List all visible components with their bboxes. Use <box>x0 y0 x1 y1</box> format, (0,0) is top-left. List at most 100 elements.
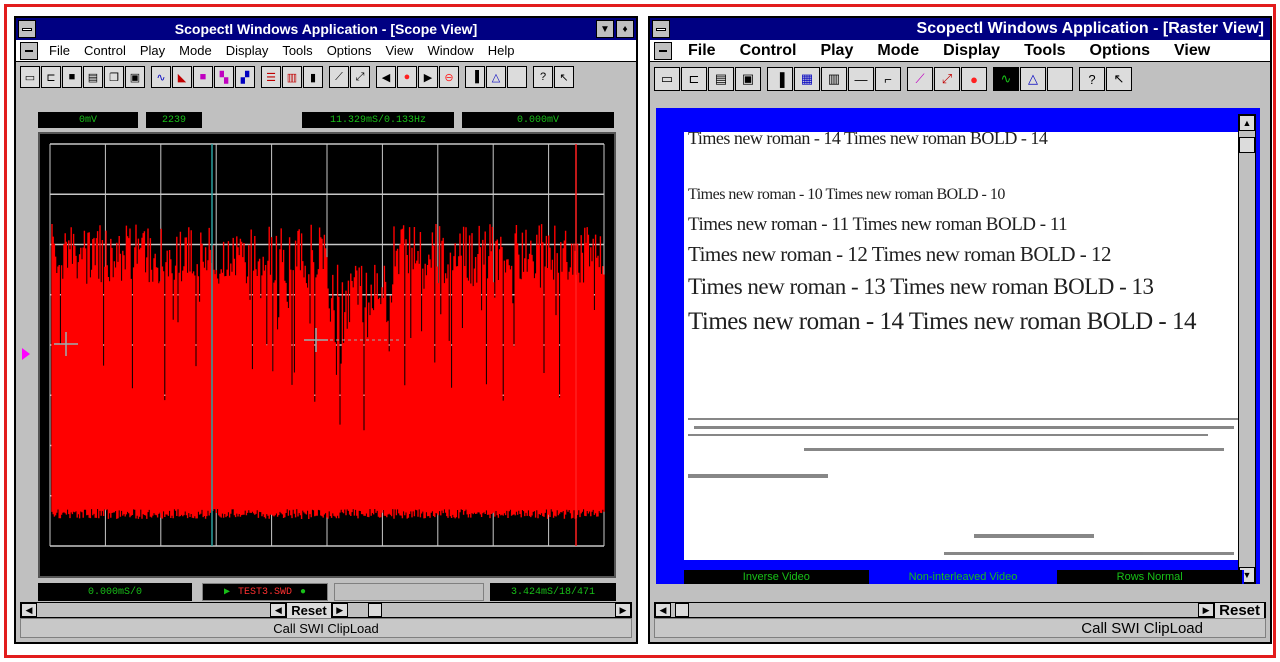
record-icon[interactable]: ■ <box>193 66 213 88</box>
columns-icon[interactable]: ▥ <box>821 67 847 91</box>
step-icon[interactable]: ⌐ <box>875 67 901 91</box>
scroll-thumb[interactable] <box>367 603 382 617</box>
readout-time: 11.329mS/0.133Hz <box>302 112 454 128</box>
document-menu-icon[interactable] <box>654 41 672 60</box>
menu-play[interactable]: Play <box>133 43 172 58</box>
menu-window[interactable]: Window <box>420 43 480 58</box>
menu-tools[interactable]: Tools <box>1012 42 1077 60</box>
layout-icon[interactable]: ▥ <box>282 66 302 88</box>
system-menu-icon[interactable] <box>18 20 36 38</box>
waveform-icon[interactable]: ∿ <box>151 66 171 88</box>
settings-icon[interactable]: ☰ <box>261 66 281 88</box>
new-icon[interactable]: ▭ <box>20 66 40 88</box>
scroll-thumb[interactable] <box>675 603 689 617</box>
marker-icon[interactable]: ◣ <box>172 66 192 88</box>
cursor-icon[interactable]: ⤢ <box>934 67 960 91</box>
restore-icon[interactable]: ♦ <box>616 20 634 38</box>
raster-window-title: Scopectl Windows Application - [Raster V… <box>916 20 1264 37</box>
scope-titlebar[interactable]: Scopectl Windows Application - [Scope Vi… <box>16 18 636 40</box>
stop-icon[interactable]: ● <box>961 67 987 91</box>
print-icon[interactable]: ▤ <box>83 66 103 88</box>
context-help-icon[interactable]: ↖ <box>554 66 574 88</box>
halt-icon[interactable]: ⊖ <box>439 66 459 88</box>
menu-file[interactable]: File <box>676 42 728 60</box>
menu-control[interactable]: Control <box>77 43 133 58</box>
triangle-icon[interactable]: △ <box>486 66 506 88</box>
reset-arrow-icon[interactable]: ▶ <box>1198 603 1215 617</box>
help-icon[interactable]: ? <box>533 66 553 88</box>
grid-icon[interactable]: ▦ <box>794 67 820 91</box>
blank-icon[interactable] <box>1047 67 1073 91</box>
menu-tools[interactable]: Tools <box>275 43 319 58</box>
panel-icon[interactable]: ▐ <box>767 67 793 91</box>
context-help-icon[interactable]: ↖ <box>1106 67 1132 91</box>
menu-mode[interactable]: Mode <box>865 42 931 60</box>
minimize-icon[interactable]: ▼ <box>596 20 614 38</box>
reset-button[interactable]: Reset <box>1214 602 1265 618</box>
probe-icon[interactable]: ⟋ <box>329 66 349 88</box>
screen-icon[interactable]: ▣ <box>125 66 145 88</box>
bars-icon[interactable]: ▮ <box>303 66 323 88</box>
menu-view[interactable]: View <box>1162 42 1222 60</box>
raster-titlebar[interactable]: Scopectl Windows Application - [Raster V… <box>650 18 1270 40</box>
raster-toolbar: ▭ ⊏ ▤ ▣ ▐ ▦ ▥ — ⌐ ⟋ ⤢ ● ∿ △ ? ↖ <box>650 63 1270 95</box>
scope-hscrollbar[interactable]: ◀ ◀ Reset ▶ ▶ <box>20 602 632 618</box>
channel-icon[interactable]: ▞ <box>235 66 255 88</box>
mode-non-interleaved-video[interactable]: Non-interleaved Video <box>870 570 1058 584</box>
raster-noise <box>688 418 1238 555</box>
mode-inverse-video[interactable]: Inverse Video <box>684 570 871 584</box>
blank-icon[interactable] <box>507 66 527 88</box>
trace-path <box>51 224 605 519</box>
vscroll-thumb[interactable] <box>1239 137 1255 153</box>
previous-icon[interactable]: ◀ <box>376 66 396 88</box>
scope-display[interactable] <box>38 132 616 578</box>
raster-hscrollbar[interactable]: ◀ ▶ Reset <box>654 602 1266 618</box>
scope-window-title: Scopectl Windows Application - [Scope Vi… <box>174 21 478 37</box>
raster-display[interactable]: Times new roman - 14 Times new roman BOL… <box>656 108 1260 584</box>
system-menu-icon[interactable] <box>652 20 670 38</box>
status-end-time: 3.424mS/18/471 <box>490 583 616 601</box>
chart-icon[interactable]: ▚ <box>214 66 234 88</box>
line-icon[interactable]: — <box>848 67 874 91</box>
menu-display[interactable]: Display <box>219 43 276 58</box>
play-indicator-icon: ▶ <box>223 587 230 598</box>
panel-icon[interactable]: ▐ <box>465 66 485 88</box>
menu-help[interactable]: Help <box>481 43 522 58</box>
reset-left-arrow-icon[interactable]: ◀ <box>270 603 287 617</box>
cursor-icon[interactable]: ⤢ <box>350 66 370 88</box>
document-menu-icon[interactable] <box>20 41 38 60</box>
save-icon[interactable]: ■ <box>62 66 82 88</box>
probe-icon[interactable]: ⟋ <box>907 67 933 91</box>
mode-rows-normal[interactable]: Rows Normal <box>1057 570 1245 584</box>
triangle-icon[interactable]: △ <box>1020 67 1046 91</box>
scroll-left-icon[interactable]: ◀ <box>21 603 37 617</box>
help-icon[interactable]: ? <box>1079 67 1105 91</box>
scroll-up-icon[interactable]: ▲ <box>1239 115 1255 131</box>
print-icon[interactable]: ▤ <box>708 67 734 91</box>
menu-mode[interactable]: Mode <box>172 43 219 58</box>
raster-vscrollbar[interactable]: ▲ ▼ <box>1238 114 1256 584</box>
open-icon[interactable]: ⊏ <box>681 67 707 91</box>
scroll-left-icon[interactable]: ◀ <box>655 603 671 617</box>
menu-options[interactable]: Options <box>1078 42 1162 60</box>
new-icon[interactable]: ▭ <box>654 67 680 91</box>
play-icon[interactable]: ▶ <box>418 66 438 88</box>
trigger-marker-icon[interactable] <box>22 348 30 360</box>
scroll-right-icon[interactable]: ▶ <box>615 603 632 617</box>
scope-icon[interactable]: ∿ <box>993 67 1019 91</box>
menu-options[interactable]: Options <box>320 43 379 58</box>
menu-display[interactable]: Display <box>931 42 1012 60</box>
scope-plot <box>49 143 605 547</box>
stop-icon[interactable]: ● <box>397 66 417 88</box>
scope-statusbar: Call SWI ClipLoad <box>20 618 632 638</box>
open-icon[interactable]: ⊏ <box>41 66 61 88</box>
menu-play[interactable]: Play <box>808 42 865 60</box>
menu-file[interactable]: File <box>42 43 77 58</box>
screen-icon[interactable]: ▣ <box>735 67 761 91</box>
menu-view[interactable]: View <box>379 43 421 58</box>
readout-count: 2239 <box>146 112 202 128</box>
reset-right-arrow-icon[interactable]: ▶ <box>331 603 348 617</box>
menu-control[interactable]: Control <box>728 42 809 60</box>
reset-button[interactable]: Reset <box>286 602 332 618</box>
copy-icon[interactable]: ❐ <box>104 66 124 88</box>
